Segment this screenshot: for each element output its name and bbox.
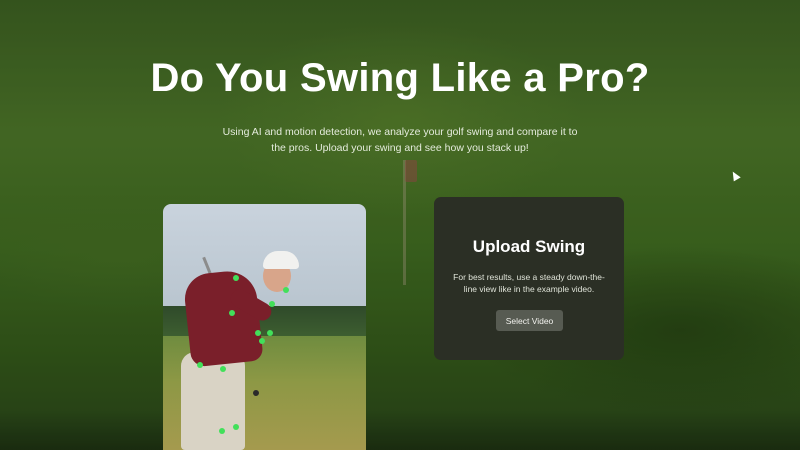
keypoint-shoulder-right <box>269 301 275 307</box>
golfer-legs <box>181 352 245 450</box>
example-video[interactable] <box>163 204 366 450</box>
keypoint-wrist-left <box>255 330 261 336</box>
golf-ball <box>253 390 259 396</box>
keypoint-knee <box>219 428 225 434</box>
hero-subtitle: Using AI and motion detection, we analyz… <box>222 126 578 154</box>
select-video-button[interactable]: Select Video <box>496 310 563 331</box>
keypoint-wrist-right <box>267 330 273 336</box>
upload-card: Upload Swing For best results, use a ste… <box>434 197 624 360</box>
keypoint-hip-right <box>220 366 226 372</box>
flag <box>405 160 417 182</box>
upload-description: For best results, use a steady down-the-… <box>453 272 605 294</box>
keypoint-shoulder-left <box>233 275 239 281</box>
keypoint-head <box>283 287 289 293</box>
golfer-torso <box>182 268 264 368</box>
hero-title: Do You Swing Like a Pro? <box>150 56 650 100</box>
flag-pole <box>403 160 406 285</box>
background-shadow <box>0 410 800 450</box>
keypoint-elbow <box>229 310 235 316</box>
keypoint-ankle <box>233 424 239 430</box>
keypoint-hands <box>259 338 265 344</box>
golfer-cap <box>263 251 299 269</box>
upload-title: Upload Swing <box>472 237 586 256</box>
keypoint-hip-left <box>197 362 203 368</box>
